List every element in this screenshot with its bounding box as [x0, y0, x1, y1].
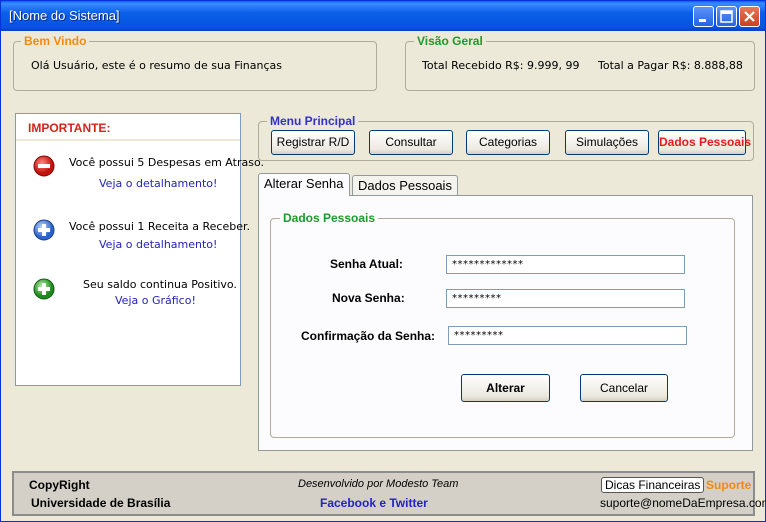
form-title: Dados Pessoais: [280, 211, 379, 225]
welcome-title: Bem Vindo: [21, 34, 90, 48]
minus-circle-icon: [33, 155, 55, 180]
minimize-button[interactable]: [693, 6, 714, 27]
support-email[interactable]: suporte@nomeDaEmpresa.com: [600, 496, 766, 510]
consult-button[interactable]: Consultar: [369, 130, 453, 155]
overdue-expenses-text: Você possui 5 Despesas em Atraso.: [69, 156, 264, 169]
change-button[interactable]: Alterar: [461, 374, 550, 402]
main-menu-group: Menu Principal Registrar R/D Consultar C…: [258, 114, 754, 161]
financial-tips-button[interactable]: Dicas Financeiras: [601, 477, 705, 493]
support-label: Suporte: [706, 478, 752, 492]
app-window: [Nome do Sistema] Bem Vindo Olá Usuário,…: [0, 0, 766, 522]
minimize-icon: [699, 19, 706, 22]
important-title: IMPORTANTE:: [28, 121, 111, 135]
current-password-field[interactable]: *************: [446, 255, 685, 274]
confirm-password-field[interactable]: *********: [448, 326, 687, 345]
receivable-income-link[interactable]: Veja o detalhamento!: [99, 238, 217, 251]
overdue-expenses-link[interactable]: Veja o detalhamento!: [99, 177, 217, 190]
developer-credit: Desenvolvido por Modesto Team: [298, 478, 459, 490]
close-button[interactable]: [739, 6, 760, 27]
plus-circle-green-icon: [33, 278, 55, 303]
simulations-button[interactable]: Simulações: [565, 130, 649, 155]
confirm-password-label: Confirmação da Senha:: [301, 329, 436, 343]
new-password-label: Nova Senha:: [332, 291, 405, 305]
copyright-text: CopyRight: [29, 478, 90, 492]
title-bar[interactable]: [Nome do Sistema]: [1, 1, 765, 31]
client-area: Bem Vindo Olá Usuário, este é o resumo d…: [4, 31, 766, 519]
welcome-message: Olá Usuário, este é o resumo de sua Fina…: [31, 59, 282, 72]
overview-title: Visão Geral: [414, 34, 486, 48]
university-text: Universidade de Brasília: [31, 496, 171, 510]
new-password-field[interactable]: *********: [446, 289, 685, 308]
social-links[interactable]: Facebook e Twitter: [320, 496, 428, 510]
important-header: IMPORTANTE:: [16, 114, 240, 141]
cancel-button[interactable]: Cancelar: [580, 374, 668, 402]
categories-button[interactable]: Categorias: [466, 130, 550, 155]
receivable-income-text: Você possui 1 Receita a Receber.: [69, 220, 250, 233]
plus-circle-icon: [33, 219, 55, 244]
window-title: [Nome do Sistema]: [9, 8, 120, 23]
tab-change-password[interactable]: Alterar Senha: [258, 173, 350, 196]
balance-chart-link[interactable]: Veja o Gráfico!: [115, 294, 196, 307]
important-panel: IMPORTANTE: Você possui 5 Despesas em At…: [15, 113, 264, 386]
close-icon: [744, 11, 755, 22]
personal-data-button[interactable]: Dados Pessoais: [658, 130, 751, 155]
total-to-pay: Total a Pagar R$: 8.888,88: [598, 59, 743, 72]
overview-group: Visão Geral Total Recebido R$: 9.999, 99…: [405, 34, 755, 91]
balance-positive-text: Seu saldo continua Positivo.: [83, 278, 237, 291]
total-received: Total Recebido R$: 9.999, 99: [422, 59, 580, 72]
footer: CopyRight Universidade de Brasília Desen…: [12, 471, 766, 516]
maximize-icon: [720, 10, 733, 23]
maximize-button[interactable]: [716, 6, 737, 27]
welcome-group: Bem Vindo Olá Usuário, este é o resumo d…: [13, 34, 377, 91]
main-menu-title: Menu Principal: [267, 114, 359, 128]
tab-content-panel: Dados Pessoais Senha Atual: ************…: [258, 195, 753, 451]
personal-data-group: Dados Pessoais Senha Atual: ************…: [270, 211, 735, 438]
tab-personal-data[interactable]: Dados Pessoais: [352, 175, 458, 196]
current-password-label: Senha Atual:: [330, 257, 403, 271]
register-button[interactable]: Registrar R/D: [271, 130, 355, 155]
